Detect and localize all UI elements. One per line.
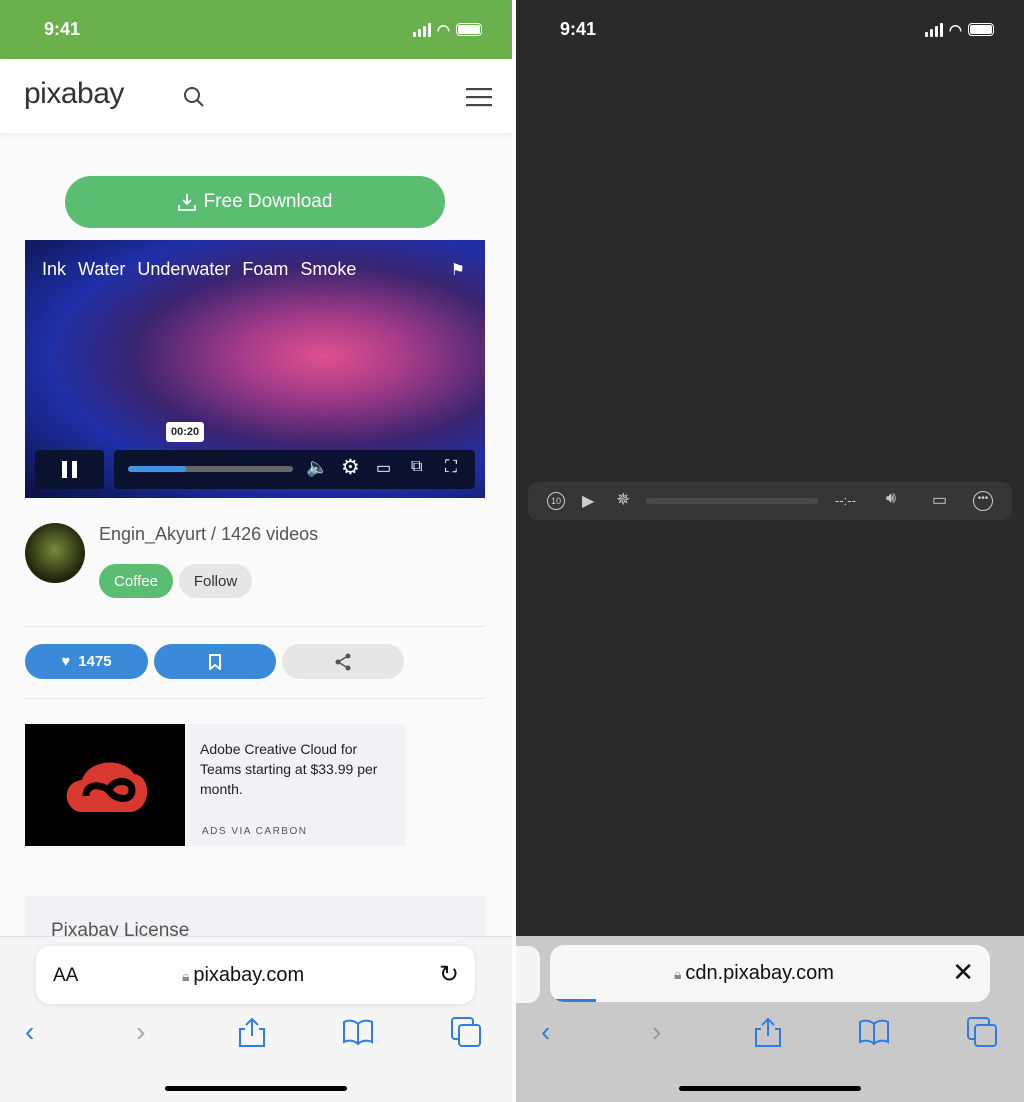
volume-icon[interactable]: 🔈 [306, 457, 328, 478]
pixabay-logo[interactable]: pixabay [24, 77, 124, 111]
tabs-icon[interactable] [966, 1016, 998, 1048]
previous-tab-edge[interactable] [516, 946, 540, 1003]
tag[interactable]: Foam [242, 259, 288, 280]
author-line[interactable]: Engin_Akyurt / 1426 videos [99, 524, 318, 545]
airplay-icon[interactable]: ▭ [376, 458, 391, 478]
divider [25, 626, 485, 627]
back-icon[interactable]: ‹ [25, 1016, 57, 1048]
forward-icon[interactable]: › [136, 1016, 168, 1048]
signal-icon [924, 22, 943, 37]
signal-icon [412, 22, 431, 37]
divider [25, 698, 485, 699]
share-icon[interactable] [752, 1016, 784, 1048]
share-icon [335, 653, 351, 670]
tabs-icon[interactable] [450, 1016, 482, 1048]
native-video-controls: 10 ▶ ✵ --:-- 🔊︎ ▭ ••• [528, 482, 1012, 520]
text-size-button[interactable]: AA [53, 965, 78, 987]
wifi-icon: ◠ [436, 21, 450, 39]
seek-bar[interactable] [646, 498, 818, 504]
home-indicator [165, 1086, 347, 1091]
coffee-button[interactable]: Coffee [99, 564, 173, 598]
settings-icon[interactable]: ⚙ [341, 455, 360, 480]
menu-icon[interactable] [466, 86, 492, 108]
video-tags: Ink Water Underwater Foam Smoke [42, 259, 356, 280]
time-display: --:-- [835, 493, 856, 508]
time-tooltip: 00:20 [166, 422, 205, 442]
tag[interactable]: Water [78, 259, 125, 280]
tag[interactable]: Smoke [300, 259, 356, 280]
pause-button[interactable] [35, 450, 104, 489]
more-options-icon[interactable]: ••• [973, 491, 993, 511]
ads-via-carbon[interactable]: ADS VIA CARBON [202, 826, 307, 837]
lock-icon: 🔒︎ [182, 968, 194, 984]
status-bar: 9:41 ◠ [0, 0, 512, 59]
ad-text: Adobe Creative Cloud for Teams starting … [200, 741, 378, 797]
stop-loading-icon[interactable]: ✕ [952, 957, 974, 988]
download-icon [177, 194, 196, 211]
carbon-ad[interactable]: Adobe Creative Cloud for Teams starting … [25, 724, 405, 846]
bookmarks-icon[interactable] [342, 1016, 374, 1048]
status-bar: 9:41 ◠ [516, 0, 1024, 59]
back-icon[interactable]: ‹ [541, 1016, 573, 1048]
bookmark-button[interactable] [154, 644, 276, 679]
wifi-icon: ◠ [948, 21, 962, 39]
battery-icon [968, 23, 994, 36]
volume-icon[interactable]: 🔊︎ [886, 490, 896, 508]
play-button[interactable]: ▶ [582, 491, 594, 511]
adobe-cc-logo [25, 724, 185, 846]
right-browser-screen: 9:41 ◠ 10 ▶ ✵ --:-- 🔊︎ ▭ ••• 🔒︎ cdn.pixa… [516, 0, 1024, 1102]
video-player[interactable]: Ink Water Underwater Foam Smoke ⚑ 00:20 … [25, 240, 485, 498]
reload-icon[interactable]: ↻ [439, 960, 459, 989]
follow-button[interactable]: Follow [179, 564, 252, 598]
free-download-button[interactable]: Free Download [65, 176, 445, 228]
search-icon[interactable] [183, 86, 205, 108]
like-button[interactable]: ♥ 1475 [25, 644, 148, 679]
share-icon[interactable] [236, 1016, 268, 1048]
status-time: 9:41 [560, 19, 597, 39]
site-header: pixabay [0, 59, 512, 133]
forward-icon[interactable]: › [652, 1016, 684, 1048]
bookmarks-icon[interactable] [858, 1016, 890, 1048]
lock-icon: 🔒︎ [674, 966, 686, 982]
flag-icon[interactable]: ⚑ [451, 260, 465, 280]
seek-bar[interactable] [128, 466, 293, 472]
avatar[interactable] [25, 523, 85, 583]
pip-icon[interactable]: ⧉ [411, 458, 422, 476]
bookmark-icon [209, 653, 221, 670]
control-bar: 00:20 🔈 ⚙ ▭ ⧉ ⛶ [114, 422, 475, 489]
battery-icon [456, 23, 482, 36]
heart-icon: ♥ [61, 653, 71, 670]
tag[interactable]: Underwater [137, 259, 230, 280]
tag[interactable]: Ink [42, 259, 66, 280]
status-time: 9:41 [44, 19, 81, 39]
url-text: 🔒︎ cdn.pixabay.com [674, 962, 834, 984]
loading-spinner-icon: ✵ [616, 490, 631, 509]
share-button[interactable] [282, 644, 404, 679]
page-load-progress [556, 999, 596, 1002]
address-bar[interactable]: 🔒︎ cdn.pixabay.com ✕ [550, 945, 990, 1002]
airplay-icon[interactable]: ▭ [932, 490, 947, 510]
fullscreen-icon[interactable]: ⛶ [445, 457, 457, 477]
address-bar[interactable]: AA 🔒︎ pixabay.com ↻ [36, 946, 475, 1004]
left-browser-screen: 9:41 ◠ pixabay Free Download Ink Water U… [0, 0, 512, 1102]
home-indicator [679, 1086, 861, 1091]
skip-back-10-button[interactable]: 10 [547, 492, 565, 510]
url-text: 🔒︎ pixabay.com [182, 964, 305, 986]
